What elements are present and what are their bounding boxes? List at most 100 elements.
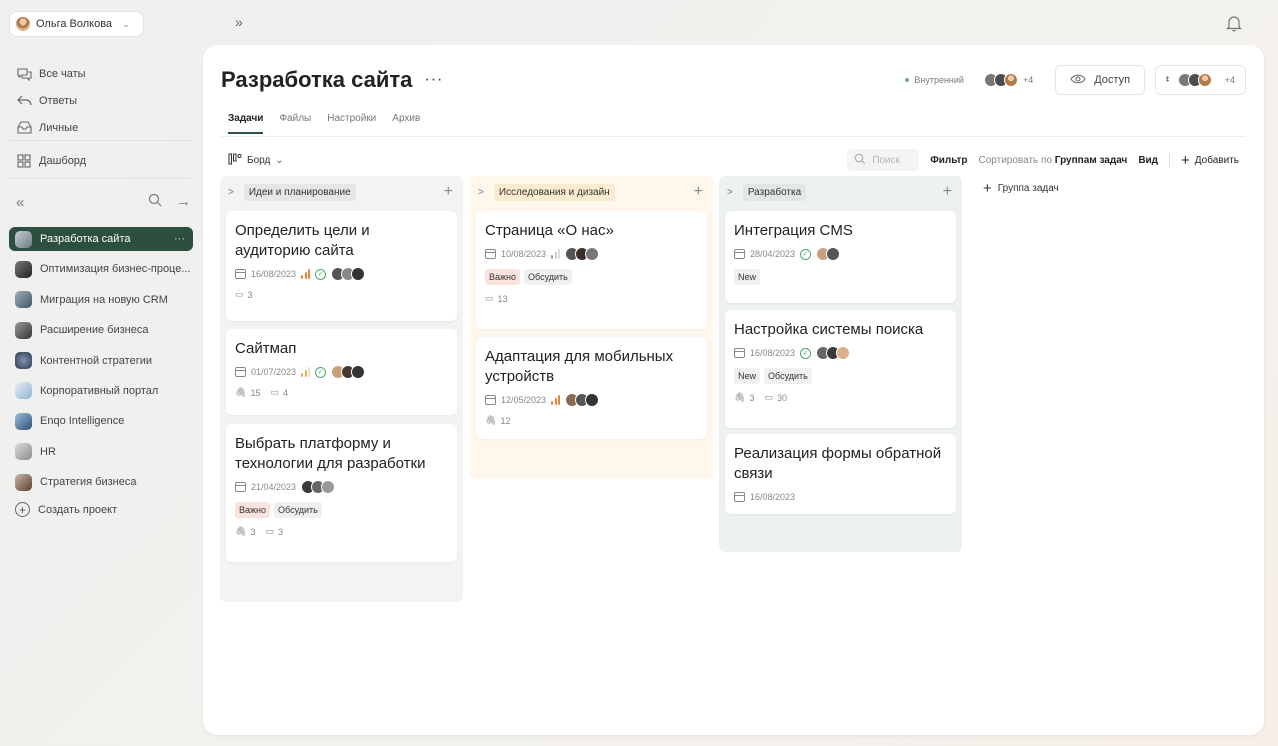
chevron-right-icon[interactable]: > xyxy=(228,187,234,198)
nav-personal[interactable]: Личные xyxy=(16,114,86,141)
task-card[interactable]: Выбрать платформу и технологии для разра… xyxy=(226,424,457,562)
chevron-right-icon[interactable]: > xyxy=(727,187,733,198)
calendar-icon xyxy=(734,492,745,502)
assignee-avatars xyxy=(331,267,366,281)
forward-arrow-icon[interactable]: → xyxy=(176,193,191,211)
comments-count: ▭ 30 xyxy=(764,392,787,403)
toolbar-actions: Поиск Фильтр Сортировать по Группам зада… xyxy=(847,149,1239,171)
project-label: HR xyxy=(40,445,56,458)
team-button[interactable]: ꔪ +4 xyxy=(1155,65,1246,95)
project-item-8[interactable]: Стратегия бизнеса xyxy=(9,470,193,494)
nav-dashboard[interactable]: Дашборд xyxy=(16,147,86,174)
view-selector[interactable]: Борд ⌄ xyxy=(228,153,284,168)
calendar-icon xyxy=(734,348,745,358)
project-item-0[interactable]: Разработка сайта ··· xyxy=(9,227,193,251)
priority-high-icon xyxy=(551,395,561,405)
tag-new[interactable]: New xyxy=(734,269,761,285)
task-card[interactable]: Адаптация для мобильных устройств 12/05/… xyxy=(476,337,707,439)
task-card[interactable]: Интеграция CMS 28/04/2023 ✓ New xyxy=(725,211,956,303)
column-research: > Исследования и дизайн + Страница «О на… xyxy=(470,176,713,479)
comment-icon: ▭ xyxy=(270,387,279,397)
sort-button[interactable]: Сортировать по Группам задач xyxy=(979,155,1128,166)
task-card[interactable]: Определить цели и аудиторию сайта 16/08/… xyxy=(226,211,457,321)
project-avatar xyxy=(15,412,32,430)
project-item-7[interactable]: HR xyxy=(9,440,193,464)
tab-archive[interactable]: Архив xyxy=(392,113,420,134)
tag-new[interactable]: New xyxy=(734,368,761,384)
comments-count: ▭ 4 xyxy=(270,387,288,398)
task-title: Сайтмап xyxy=(235,340,297,357)
more-icon[interactable]: ··· xyxy=(424,71,443,89)
project-label: Миграция на новую CRM xyxy=(40,293,168,306)
tag-discuss[interactable]: Обсудить xyxy=(764,368,812,384)
access-label: Доступ xyxy=(1094,74,1131,86)
check-circle-icon: ✓ xyxy=(315,268,327,280)
project-item-2[interactable]: Миграция на новую CRM xyxy=(9,288,193,312)
column-development: > Разработка + Интеграция CMS 28/04/2023… xyxy=(719,176,962,552)
tab-tasks[interactable]: Задачи xyxy=(228,113,264,134)
collapse-sidebar-button[interactable]: « xyxy=(16,194,24,211)
more-icon[interactable]: ··· xyxy=(174,233,185,245)
chevron-right-icon[interactable]: > xyxy=(478,187,484,198)
column-title[interactable]: Исследования и дизайн xyxy=(493,183,615,201)
paperclip-icon: 🖇 xyxy=(485,415,497,425)
user-switcher[interactable]: Ольга Волкова ⌄ xyxy=(9,11,144,37)
user-name: Ольга Волкова xyxy=(36,18,113,30)
create-project-button[interactable]: + Создать проект xyxy=(9,502,193,518)
project-item-4[interactable]: Контентной стратегии xyxy=(9,349,193,373)
task-card[interactable]: Настройка системы поиска 16/08/2023 ✓ Ne… xyxy=(725,310,956,428)
task-date: 10/08/2023 xyxy=(501,249,547,259)
tab-files[interactable]: Файлы xyxy=(279,113,311,134)
task-tags: New Обсудить xyxy=(734,368,947,384)
task-title: Адаптация для мобильных устройств xyxy=(485,348,674,385)
task-meta: 21/04/2023 xyxy=(235,480,448,494)
task-card[interactable]: Страница «О нас» 10/08/2023 Важно Обсуди… xyxy=(476,211,707,329)
tag-discuss[interactable]: Обсудить xyxy=(524,269,572,285)
column-ideas: > Идеи и планирование + Определить цели … xyxy=(220,176,463,602)
tag-discuss[interactable]: Обсудить xyxy=(274,502,322,518)
nav-all-chats[interactable]: Все чаты xyxy=(16,60,86,87)
access-button[interactable]: Доступ xyxy=(1055,65,1146,95)
add-task-button[interactable]: + xyxy=(694,183,703,201)
tab-settings[interactable]: Настройки xyxy=(327,113,376,134)
task-meta: 12/05/2023 xyxy=(485,393,698,407)
project-item-6[interactable]: Enqo Intelligence xyxy=(9,409,193,433)
filter-button[interactable]: Фильтр xyxy=(930,155,967,166)
search-input[interactable]: Поиск xyxy=(847,149,920,171)
add-task-button[interactable]: + xyxy=(943,183,952,201)
expand-sidebar-button[interactable]: » xyxy=(235,14,243,30)
task-card[interactable]: Реализация формы обратной связи 16/08/20… xyxy=(725,434,956,514)
assignee-avatars xyxy=(816,247,841,261)
check-circle-icon: ✓ xyxy=(800,347,812,359)
project-label: Корпоративный портал xyxy=(40,384,159,397)
add-task-button[interactable]: + xyxy=(444,183,453,201)
team-extra-count: +4 xyxy=(1224,75,1235,85)
bell-icon[interactable] xyxy=(1226,14,1242,32)
calendar-icon xyxy=(235,269,246,279)
members-avatars[interactable]: +4 xyxy=(983,73,1033,87)
view-label: Борд xyxy=(247,154,271,166)
attachments-value: 15 xyxy=(250,387,261,398)
add-button[interactable]: + Добавить xyxy=(1181,152,1239,169)
project-item-5[interactable]: Корпоративный портал xyxy=(9,379,193,403)
attachments-count: 🖇 12 xyxy=(485,415,510,426)
project-item-3[interactable]: Расширение бизнеса xyxy=(9,318,193,342)
nav-replies[interactable]: Ответы xyxy=(16,87,86,114)
task-title: Определить цели и аудиторию сайта xyxy=(235,222,370,259)
project-item-1[interactable]: Оптимизация бизнес-проце... xyxy=(9,257,193,281)
chat-icon xyxy=(16,66,32,82)
view-menu-button[interactable]: Вид xyxy=(1138,155,1158,166)
dashboard-icon xyxy=(16,153,32,169)
task-counts: 🖇 3 ▭ 30 xyxy=(734,392,947,403)
add-task-group-button[interactable]: + Группа задач xyxy=(983,180,1059,197)
column-title[interactable]: Разработка xyxy=(742,183,807,201)
assignee-avatars xyxy=(301,480,336,494)
tag-important[interactable]: Важно xyxy=(235,502,271,518)
check-circle-icon: ✓ xyxy=(800,248,812,260)
column-title[interactable]: Идеи и планирование xyxy=(243,183,356,201)
task-card[interactable]: Сайтмап 01/07/2023 ✓ 🖇 15 ▭ 4 xyxy=(226,329,457,415)
tag-important[interactable]: Важно xyxy=(485,269,521,285)
attachments-value: 12 xyxy=(500,415,511,426)
task-date: 01/07/2023 xyxy=(251,367,297,377)
search-icon[interactable] xyxy=(148,193,162,211)
